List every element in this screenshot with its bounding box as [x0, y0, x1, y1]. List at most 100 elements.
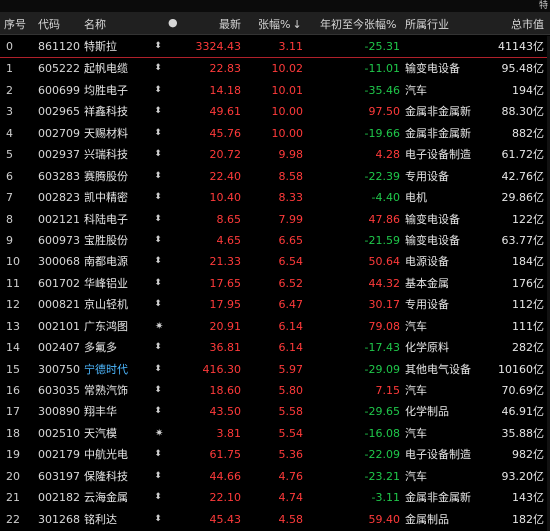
ytd-change-percent: -16.08: [364, 426, 400, 440]
table-row[interactable]: 15 300750 宁德时代 ⬍ 416.30 5.97 -29.09 其他电气设备 10160…: [0, 359, 550, 380]
change-percent: 7.99: [278, 212, 304, 226]
table-row[interactable]: 3 002965 祥鑫科技 ⬍ 49.61 10.00 97.50 金属非金属新 88.30亿: [0, 101, 550, 122]
industry: 汽车: [405, 319, 427, 333]
market-cap: 10160亿: [498, 362, 544, 376]
latest-price: 20.72: [209, 148, 242, 162]
market-cap: 112亿: [512, 298, 544, 312]
stock-name: 华峰铝业: [84, 276, 128, 290]
market-cap: 282亿: [512, 341, 544, 355]
industry: 电子设备制造: [405, 448, 471, 462]
ytd-change-percent: -23.21: [364, 469, 400, 483]
row-index: 11: [6, 276, 20, 290]
change-percent: 6.14: [278, 341, 304, 355]
table-row[interactable]: 1 605222 起帆电缆 ⬍ 22.83 10.02 -11.01 输变电设备 95.48亿: [0, 58, 550, 79]
change-percent: 10.00: [271, 105, 304, 119]
header-dot[interactable]: ●: [168, 16, 178, 29]
table-row[interactable]: 19 002179 中航光电 ⬍ 61.75 5.36 -22.09 电子设备制造 982亿: [0, 444, 550, 465]
row-index: 20: [6, 469, 20, 483]
table-row[interactable]: 9 600973 宝胜股份 ⬍ 4.65 6.65 -21.59 输变电设备 63.77亿: [0, 230, 550, 251]
stock-code: 002709: [38, 126, 80, 140]
table-row[interactable]: 11 601702 华峰铝业 ⬍ 17.65 6.52 44.32 基本金属 176亿: [0, 273, 550, 294]
market-cap: 184亿: [512, 255, 544, 269]
latest-price: 43.50: [209, 405, 242, 419]
industry: 汽车: [405, 469, 427, 483]
header-change-label: 张幅%: [258, 18, 291, 31]
row-index: 0: [6, 40, 13, 53]
stock-code: 603035: [38, 384, 80, 397]
market-cap: 88.30亿: [501, 105, 545, 119]
table-row[interactable]: 22 301268 铭利达 ⬍ 45.43 4.58 59.40 金属制品 182亿: [0, 509, 550, 530]
row-index: 1: [6, 62, 13, 76]
header-market-cap[interactable]: 总市值: [511, 16, 544, 32]
stock-code: 002823: [38, 191, 80, 205]
updown-icon: ⬍: [154, 256, 162, 267]
table-row[interactable]: 2 600699 均胜电子 ⬍ 14.18 10.01 -35.46 汽车 194亿: [0, 80, 550, 101]
table-row[interactable]: 13 002101 广东鸿图 ✷ 20.91 6.14 79.08 汽车 111亿: [0, 316, 550, 337]
header-change[interactable]: 张幅% ↓: [258, 16, 302, 32]
header-code[interactable]: 代码: [38, 16, 60, 32]
header-ytd[interactable]: 年初至今张幅%: [320, 16, 396, 32]
updown-icon: ⬍: [154, 106, 162, 117]
stock-name: 凯中精密: [84, 191, 128, 205]
table-row[interactable]: 17 300890 翔丰华 ⬍ 43.50 5.58 -29.65 化学制品 46.91亿: [0, 401, 550, 422]
table-row[interactable]: 0 861120 特斯拉 ⬍ 3324.43 3.11 -25.31 41143亿: [0, 36, 550, 59]
change-percent: 6.14: [278, 319, 304, 333]
row-index: 12: [6, 298, 20, 312]
stock-name: 天赐材料: [84, 126, 128, 140]
stock-code: 300890: [38, 405, 80, 419]
row-index: 5: [6, 148, 13, 162]
industry: 金属非金属新: [405, 105, 471, 119]
ytd-change-percent: -29.09: [364, 362, 400, 376]
updown-icon: ⬍: [154, 192, 162, 203]
latest-price: 18.60: [209, 384, 242, 397]
table-row[interactable]: 4 002709 天赐材料 ⬍ 45.76 10.00 -19.66 金属非金属新 882亿: [0, 123, 550, 144]
table-row[interactable]: 6 603283 赛腾股份 ⬍ 22.40 8.58 -22.39 专用设备 42.76亿: [0, 166, 550, 187]
ytd-change-percent: 79.08: [368, 319, 401, 333]
stock-code: 002510: [38, 426, 80, 440]
change-percent: 5.58: [278, 405, 304, 419]
header-name[interactable]: 名称: [84, 16, 106, 32]
stock-code: 002182: [38, 491, 80, 505]
market-cap: 93.20亿: [501, 469, 545, 483]
stock-code: 603197: [38, 469, 80, 483]
table-row[interactable]: 21 002182 云海金属 ⬍ 22.10 4.74 -3.11 金属非金属新 143亿: [0, 487, 550, 508]
table-row[interactable]: 8 002121 科陆电子 ⬍ 8.65 7.99 47.86 输变电设备 122亿: [0, 209, 550, 230]
change-percent: 9.98: [278, 148, 304, 162]
table-row[interactable]: 5 002937 兴瑞科技 ⬍ 20.72 9.98 4.28 电子设备制造 61.72亿: [0, 144, 550, 165]
stock-name: 中航光电: [84, 448, 128, 462]
market-cap: 122亿: [512, 212, 544, 226]
table-row[interactable]: 10 300068 南都电源 ⬍ 21.33 6.54 50.64 电源设备 184亿: [0, 251, 550, 272]
header-price[interactable]: 最新: [219, 16, 241, 32]
stock-code: 603283: [38, 169, 80, 183]
ytd-change-percent: 59.40: [368, 512, 401, 526]
table-row[interactable]: 12 000821 京山轻机 ⬍ 17.95 6.47 30.17 专用设备 112亿: [0, 294, 550, 315]
change-percent: 5.54: [278, 426, 304, 440]
latest-price: 3324.43: [195, 40, 242, 53]
row-index: 14: [6, 341, 20, 355]
table-row[interactable]: 7 002823 凯中精密 ⬍ 10.40 8.33 -4.40 电机 29.86亿: [0, 187, 550, 208]
stock-name: 均胜电子: [84, 83, 128, 97]
industry: 专用设备: [405, 169, 449, 183]
row-index: 16: [6, 384, 20, 397]
change-percent: 10.01: [271, 83, 304, 97]
ytd-change-percent: -3.11: [371, 491, 400, 505]
ytd-change-percent: 50.64: [368, 255, 401, 269]
latest-price: 3.81: [216, 426, 242, 440]
updown-icon: ⬍: [154, 213, 162, 224]
updown-icon: ⬍: [154, 299, 162, 310]
row-index: 8: [6, 212, 13, 226]
updown-icon: ⬍: [154, 170, 162, 181]
table-row[interactable]: 20 603197 保隆科技 ⬍ 44.66 4.76 -23.21 汽车 93.20亿: [0, 466, 550, 487]
updown-icon: ⬍: [154, 449, 162, 460]
latest-price: 14.18: [209, 83, 242, 97]
top-bar: 特: [0, 0, 550, 12]
header-index[interactable]: 序号: [4, 16, 26, 32]
table-row[interactable]: 14 002407 多氟多 ⬍ 36.81 6.14 -17.43 化学原料 282亿: [0, 337, 550, 358]
change-percent: 4.74: [278, 491, 304, 505]
table-row[interactable]: 18 002510 天汽模 ✷ 3.81 5.54 -16.08 汽车 35.88亿: [0, 423, 550, 444]
stock-code: 000821: [38, 298, 80, 312]
latest-price: 45.43: [209, 512, 242, 526]
table-row[interactable]: 16 603035 常熟汽饰 ⬍ 18.60 5.80 7.15 汽车 70.69亿: [0, 380, 550, 401]
header-industry[interactable]: 所属行业: [405, 16, 449, 32]
market-cap: 35.88亿: [501, 426, 545, 440]
